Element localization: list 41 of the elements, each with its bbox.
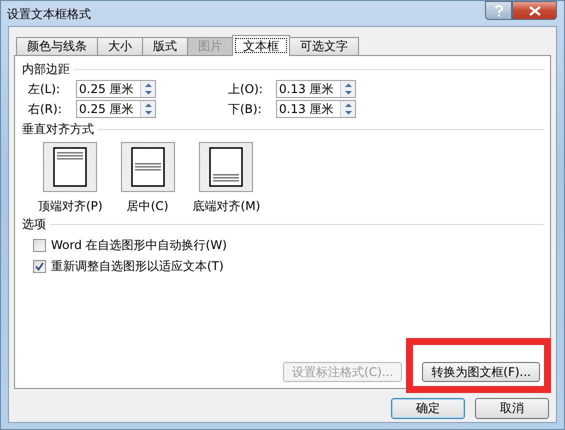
group-title: 选项 [22,216,46,232]
group-title: 垂直对齐方式 [22,120,94,138]
dialog-button[interactable]: 确定 [391,398,465,419]
field-label: 左(L): [28,80,62,98]
tab[interactable]: 版式 [142,37,188,55]
tab[interactable]: 颜色与线条 [16,37,98,55]
spin-field[interactable]: 0.25 厘米 [76,80,156,98]
alignment-label: 顶端对齐(P) [38,198,103,215]
text-alignment-icon [209,147,244,187]
close-button[interactable] [512,1,557,20]
alignment-button[interactable] [43,142,98,192]
spin-field[interactable]: 0.13 厘米 [276,80,356,98]
spin-arrows-icon[interactable] [140,81,155,97]
alignment-label: 底端对齐(M) [192,198,260,215]
alignment-label: 居中(C) [126,198,168,215]
alignment-button[interactable] [199,142,254,192]
spin-field[interactable]: 0.13 厘米 [276,100,356,118]
checkbox[interactable] [33,239,46,252]
spin-field[interactable]: 0.25 厘米 [76,100,156,118]
field-label: 上(O): [228,80,264,98]
tab[interactable]: 文本框 [232,35,290,56]
spin-arrows-icon[interactable] [340,101,355,117]
close-icon [528,6,540,16]
window-title: 设置文本框格式 [6,6,91,23]
checkbox-label: 重新调整自选图形以适应文本(T) [51,258,224,275]
field-label: 右(R): [28,100,63,118]
spin-arrows-icon[interactable] [340,81,355,97]
action-button[interactable]: 转换为图文框(F)... [422,362,540,382]
dialog-button[interactable]: 取消 [475,398,549,419]
tab[interactable]: 可选文字 [289,37,359,55]
text-alignment-icon [53,147,88,187]
help-button[interactable] [485,1,512,20]
tab[interactable]: 大小 [97,37,143,55]
text-alignment-icon [130,147,165,187]
checkbox-label: Word 在自选图形中自动换行(W) [51,237,227,254]
checkbox[interactable] [33,260,46,273]
group-title: 内部边距 [22,60,70,78]
field-label: 下(B): [228,100,263,118]
alignment-button[interactable] [120,142,175,192]
help-icon [494,4,504,16]
spin-arrows-icon[interactable] [140,101,155,117]
